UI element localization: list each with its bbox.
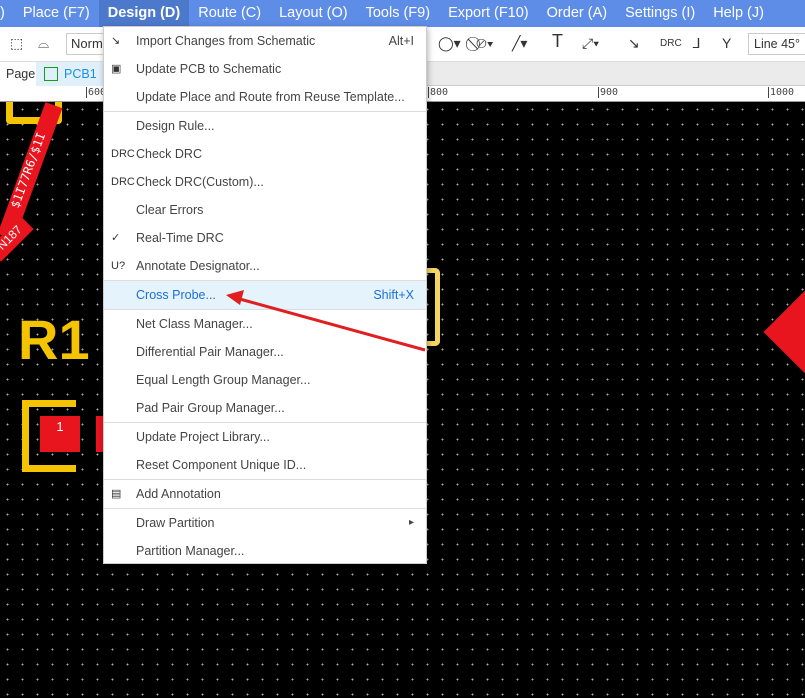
arrow-line	[235, 296, 426, 352]
arrow-head	[226, 290, 244, 305]
annotation-arrow	[226, 290, 426, 352]
